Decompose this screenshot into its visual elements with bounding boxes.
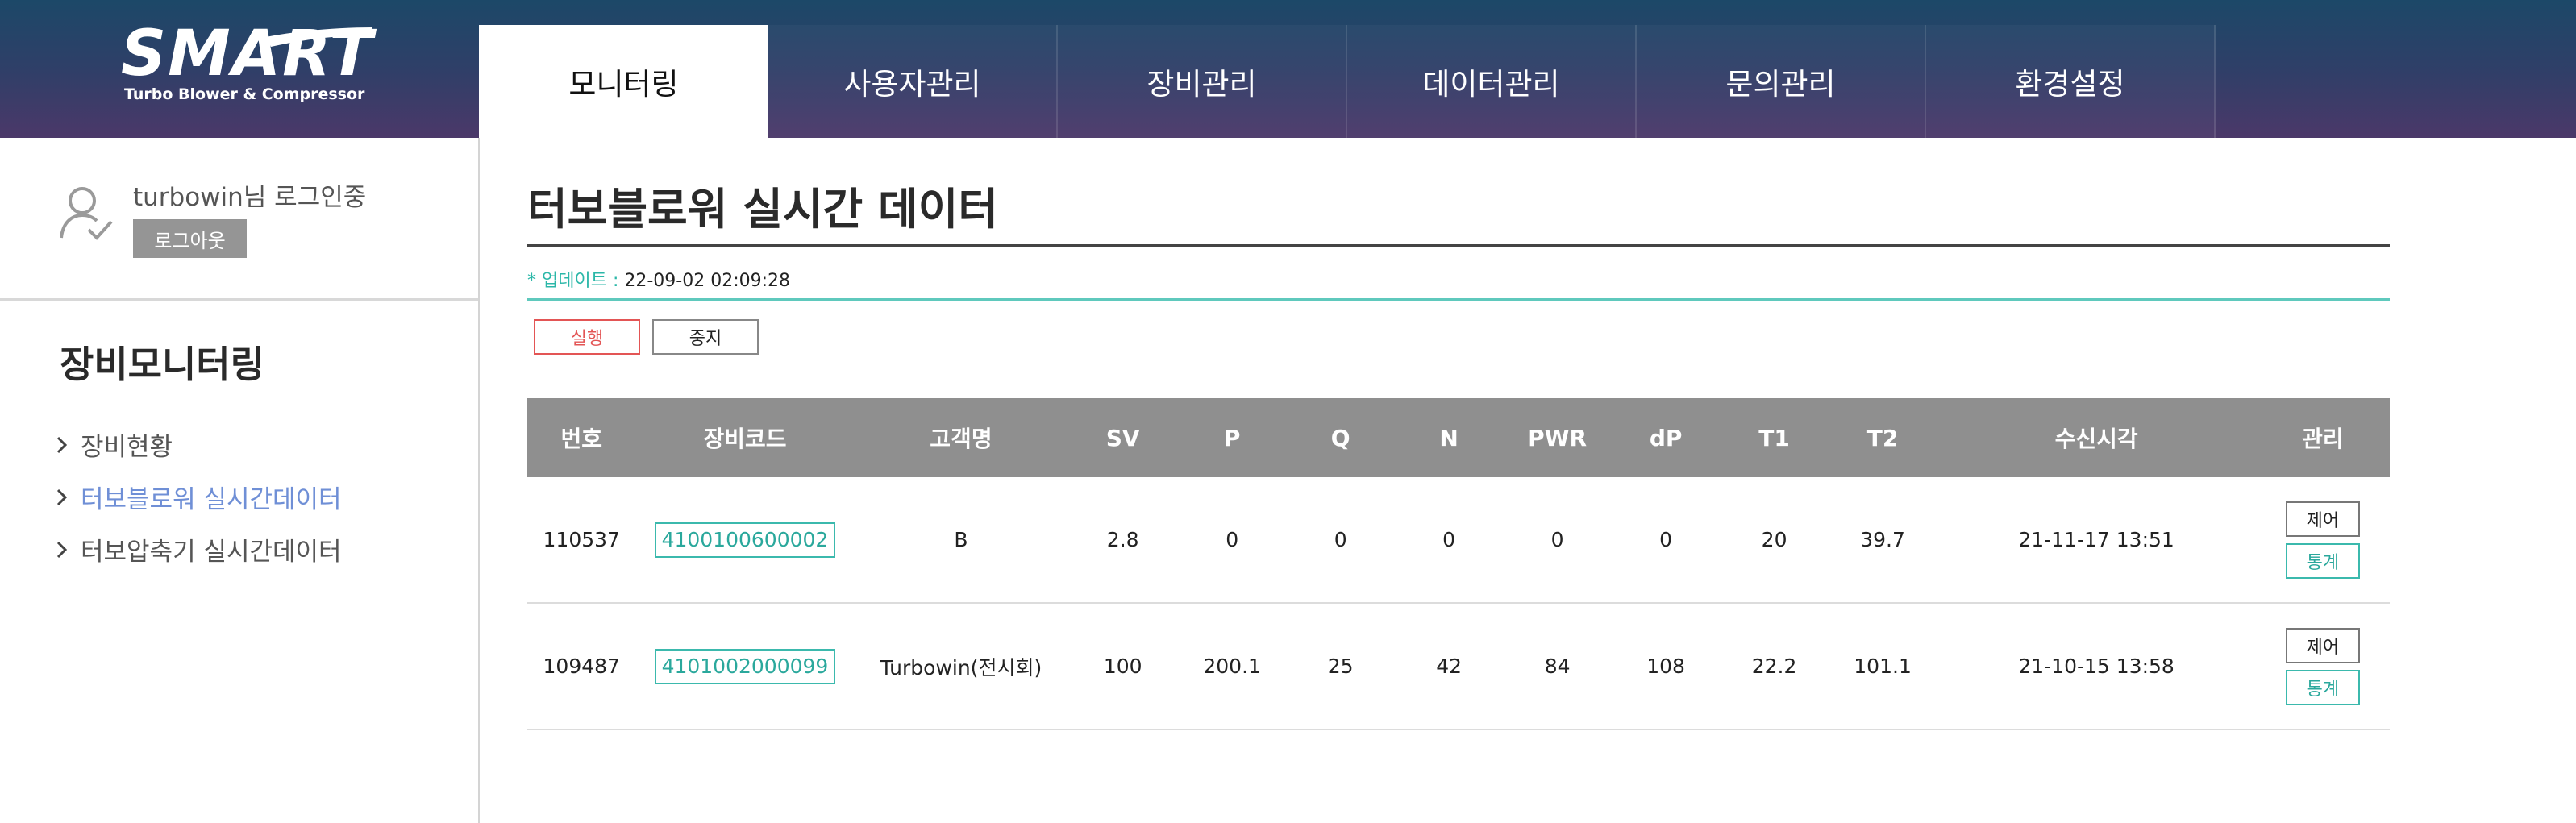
cell-t1: 20 — [1761, 528, 1787, 551]
run-button[interactable]: 실행 — [534, 319, 640, 355]
cell-sv: 100 — [1103, 655, 1142, 678]
cell-received: 21-10-15 13:58 — [2018, 655, 2174, 678]
management-buttons: 제어 통계 — [2256, 501, 2390, 579]
sidebar-item-blower-realtime[interactable]: 터보블로워 실시간데이터 — [56, 471, 342, 523]
cell-management: 제어 통계 — [2256, 501, 2390, 579]
cell-p: 200.1 — [1203, 655, 1261, 678]
equipment-code-link[interactable]: 4101002000099 — [654, 648, 835, 684]
sidebar-menu: 장비현황 터보블로워 실시간데이터 터보압축기 실시간데이터 — [56, 418, 342, 576]
tab-equipment-management[interactable]: 장비관리 — [1058, 25, 1347, 138]
cell-dp: 108 — [1646, 655, 1685, 678]
tab-settings[interactable]: 환경설정 — [1926, 25, 2216, 138]
column-header: SV — [1105, 424, 1140, 451]
chevron-right-icon — [56, 436, 81, 454]
cell-q: 25 — [1327, 655, 1354, 678]
table-header: 번호 장비코드 고객명 SV P Q N PWR dP T1 T2 수신시각 관… — [527, 398, 2390, 477]
table-row: 109487 4101002000099 Turbowin(전시회) 100 2… — [527, 604, 2390, 730]
column-header: T2 — [1866, 424, 1899, 451]
smart-logo[interactable]: SMART Turbo Blower & Compressor — [121, 23, 379, 111]
tab-user-management[interactable]: 사용자관리 — [768, 25, 1058, 138]
cell-code: 4100100600002 — [635, 522, 854, 558]
logo-tagline: Turbo Blower & Compressor — [124, 85, 365, 103]
tab-monitoring[interactable]: 모니터링 — [479, 25, 768, 138]
sidebar: turbowin님 로그인중 로그아웃 장비모니터링 장비현황 터보블로워 실시… — [0, 138, 480, 823]
column-header: P — [1223, 424, 1241, 451]
statistics-button[interactable]: 통계 — [2285, 669, 2360, 705]
login-status: turbowin님 로그인중 — [133, 177, 366, 213]
chevron-right-icon — [56, 488, 81, 506]
tab-inquiry-management[interactable]: 문의관리 — [1637, 25, 1926, 138]
statistics-button[interactable]: 통계 — [2285, 542, 2360, 579]
cell-management: 제어 통계 — [2256, 627, 2390, 705]
sidebar-divider — [0, 298, 478, 301]
column-header: 수신시각 — [2054, 426, 2138, 452]
cell-n: 42 — [1436, 655, 1463, 678]
cell-no: 110537 — [543, 528, 620, 551]
update-timestamp: * 업데이트 : 22-09-02 02:09:28 — [527, 266, 790, 292]
sidebar-item-label: 터보압축기 실시간데이터 — [81, 538, 342, 567]
logo-wordmark: SMART — [121, 18, 374, 90]
update-divider — [527, 298, 2390, 301]
cell-n: 0 — [1442, 528, 1456, 551]
cell-code: 4101002000099 — [635, 648, 854, 684]
cell-customer: Turbowin(전시회) — [880, 655, 1042, 680]
cell-no: 109487 — [543, 655, 620, 678]
sidebar-item-label: 터보블로워 실시간데이터 — [81, 485, 342, 514]
cell-p: 0 — [1226, 528, 1239, 551]
cell-sv: 2.8 — [1106, 528, 1139, 551]
cell-pwr: 84 — [1544, 655, 1571, 678]
control-button[interactable]: 제어 — [2285, 627, 2360, 663]
column-header: Q — [1330, 424, 1350, 451]
login-suffix: 님 로그인중 — [243, 183, 367, 212]
control-button[interactable]: 제어 — [2285, 501, 2360, 537]
equipment-code-link[interactable]: 4100100600002 — [654, 522, 835, 558]
column-header: dP — [1649, 424, 1683, 451]
management-buttons: 제어 통계 — [2256, 627, 2390, 705]
chevron-right-icon — [56, 541, 81, 559]
main-nav: 모니터링 사용자관리 장비관리 데이터관리 문의관리 환경설정 — [479, 25, 2216, 138]
column-header: 관리 — [2302, 426, 2344, 452]
column-header: 장비코드 — [703, 426, 787, 452]
page-title: 터보블로워 실시간 데이터 — [527, 184, 999, 235]
cell-t2: 39.7 — [1860, 528, 1905, 551]
column-header: 번호 — [560, 426, 602, 452]
column-header: PWR — [1528, 424, 1588, 451]
cell-received: 21-11-17 13:51 — [2018, 528, 2174, 551]
update-label: * 업데이트 : — [527, 271, 625, 291]
realtime-data-table: 번호 장비코드 고객명 SV P Q N PWR dP T1 T2 수신시각 관… — [527, 398, 2390, 730]
cell-pwr: 0 — [1550, 528, 1564, 551]
column-header: 고객명 — [930, 426, 993, 452]
sidebar-section-title: 장비모니터링 — [60, 343, 264, 386]
cell-t2: 101.1 — [1854, 655, 1912, 678]
logout-button[interactable]: 로그아웃 — [133, 219, 247, 258]
sidebar-item-compressor-realtime[interactable]: 터보압축기 실시간데이터 — [56, 523, 342, 576]
table-row: 110537 4100100600002 B 2.8 0 0 0 0 0 20 … — [527, 477, 2390, 604]
sidebar-item-equipment-status[interactable]: 장비현황 — [56, 418, 342, 471]
user-check-icon — [60, 187, 113, 240]
username: turbowin — [133, 183, 243, 212]
column-header: N — [1439, 424, 1459, 451]
update-value: 22-09-02 02:09:28 — [624, 271, 791, 291]
cell-dp: 0 — [1659, 528, 1673, 551]
stop-button[interactable]: 중지 — [652, 319, 759, 355]
cell-q: 0 — [1334, 528, 1347, 551]
cell-t1: 22.2 — [1751, 655, 1797, 678]
column-header: T1 — [1758, 424, 1790, 451]
tab-data-management[interactable]: 데이터관리 — [1347, 25, 1637, 138]
title-divider — [527, 244, 2390, 247]
cell-customer: B — [954, 528, 968, 551]
top-header: SMART Turbo Blower & Compressor 모니터링 사용자… — [0, 0, 2576, 138]
sidebar-item-label: 장비현황 — [81, 433, 173, 462]
